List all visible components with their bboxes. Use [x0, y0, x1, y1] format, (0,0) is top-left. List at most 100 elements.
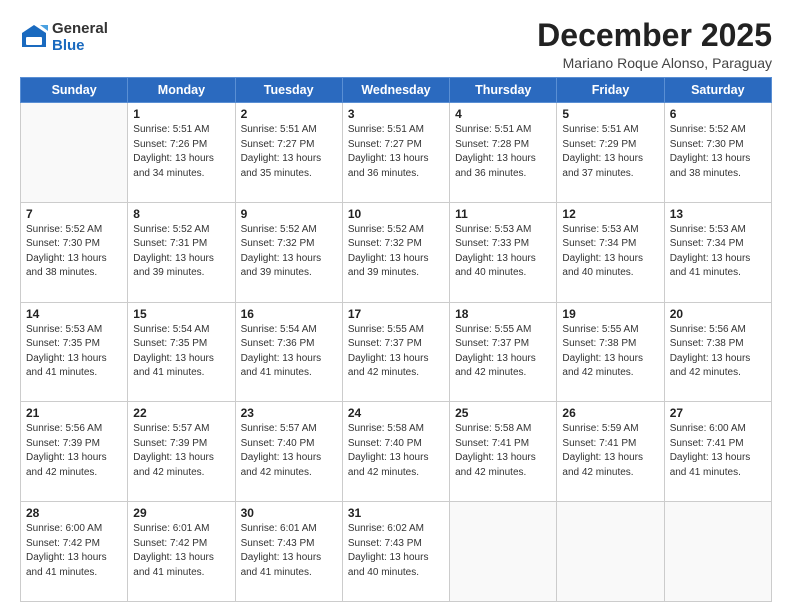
calendar-cell: 14 Sunrise: 5:53 AMSunset: 7:35 PMDayligh… [21, 302, 128, 402]
calendar-cell: 27Sunrise: 6:00 AMSunset: 7:41 PMDayligh… [664, 402, 771, 502]
day-number: 24 [348, 406, 444, 420]
day-number: 29 [133, 506, 229, 520]
cell-info: Sunrise: 5:53 AMSunset: 7:34 PMDaylight:… [562, 223, 658, 281]
cell-info: Sunrise: 5:53 AMSunset: 7:34 PMDaylight:… [670, 223, 766, 281]
logo-icon [20, 23, 48, 51]
day-number: 16 [241, 307, 337, 321]
day-header-sunday: Sunday [21, 78, 128, 103]
calendar-week-row: 14 Sunrise: 5:53 AMSunset: 7:35 PMDayligh… [21, 302, 772, 402]
cell-info: Sunrise: 6:01 AMSunset: 7:42 PMDaylight:… [133, 522, 229, 580]
calendar-cell: 8 Sunrise: 5:52 AMSunset: 7:31 PMDaylight… [128, 202, 235, 302]
logo-text: General Blue [52, 20, 108, 55]
day-number: 5 [562, 107, 658, 121]
day-number: 4 [455, 107, 551, 121]
day-number: 28 [26, 506, 122, 520]
day-number: 3 [348, 107, 444, 121]
calendar-table: SundayMondayTuesdayWednesdayThursdayFrid… [20, 77, 772, 602]
calendar-cell: 25Sunrise: 5:58 AMSunset: 7:41 PMDayligh… [450, 402, 557, 502]
calendar-cell: 28Sunrise: 6:00 AMSunset: 7:42 PMDayligh… [21, 502, 128, 602]
cell-info: Sunrise: 6:01 AMSunset: 7:43 PMDaylight:… [241, 522, 337, 580]
day-number: 6 [670, 107, 766, 121]
cell-info: Sunrise: 5:51 AMSunset: 7:27 PMDaylight:… [348, 123, 444, 181]
day-number: 31 [348, 506, 444, 520]
day-number: 2 [241, 107, 337, 121]
calendar-cell: 5 Sunrise: 5:51 AMSunset: 7:29 PMDaylight… [557, 103, 664, 203]
day-header-thursday: Thursday [450, 78, 557, 103]
calendar-week-row: 21Sunrise: 5:56 AMSunset: 7:39 PMDayligh… [21, 402, 772, 502]
cell-info: Sunrise: 5:58 AMSunset: 7:40 PMDaylight:… [348, 422, 444, 480]
calendar-cell: 16Sunrise: 5:54 AMSunset: 7:36 PMDayligh… [235, 302, 342, 402]
day-header-monday: Monday [128, 78, 235, 103]
calendar-cell: 24 Sunrise: 5:58 AMSunset: 7:40 PMDayligh… [342, 402, 449, 502]
calendar-cell: 26 Sunrise: 5:59 AMSunset: 7:41 PMDayligh… [557, 402, 664, 502]
calendar-cell: 20Sunrise: 5:56 AMSunset: 7:38 PMDayligh… [664, 302, 771, 402]
calendar-week-row: 28Sunrise: 6:00 AMSunset: 7:42 PMDayligh… [21, 502, 772, 602]
calendar-cell [21, 103, 128, 203]
title-block: December 2025 Mariano Roque Alonso, Para… [537, 18, 772, 71]
cell-info: Sunrise: 5:55 AMSunset: 7:38 PMDaylight:… [562, 323, 658, 381]
day-number: 9 [241, 207, 337, 221]
day-number: 8 [133, 207, 229, 221]
calendar-cell: 7Sunrise: 5:52 AMSunset: 7:30 PMDaylight… [21, 202, 128, 302]
calendar-cell: 18 Sunrise: 5:55 AMSunset: 7:37 PMDayligh… [450, 302, 557, 402]
location: Mariano Roque Alonso, Paraguay [537, 55, 772, 71]
cell-info: Sunrise: 5:55 AMSunset: 7:37 PMDaylight:… [455, 323, 551, 381]
calendar-cell: 2 Sunrise: 5:51 AMSunset: 7:27 PMDaylight… [235, 103, 342, 203]
day-number: 26 [562, 406, 658, 420]
calendar-cell: 30 Sunrise: 6:01 AMSunset: 7:43 PMDayligh… [235, 502, 342, 602]
cell-info: Sunrise: 5:51 AMSunset: 7:29 PMDaylight:… [562, 123, 658, 181]
calendar-cell [450, 502, 557, 602]
calendar-week-row: 7Sunrise: 5:52 AMSunset: 7:30 PMDaylight… [21, 202, 772, 302]
month-title: December 2025 [537, 18, 772, 53]
header: General Blue December 2025 Mariano Roque… [20, 18, 772, 71]
calendar-cell: 4 Sunrise: 5:51 AMSunset: 7:28 PMDaylight… [450, 103, 557, 203]
cell-info: Sunrise: 5:53 AMSunset: 7:35 PMDaylight:… [26, 323, 122, 381]
cell-info: Sunrise: 5:57 AMSunset: 7:40 PMDaylight:… [241, 422, 337, 480]
calendar-cell: 3 Sunrise: 5:51 AMSunset: 7:27 PMDaylight… [342, 103, 449, 203]
day-number: 27 [670, 406, 766, 420]
calendar-cell: 6 Sunrise: 5:52 AMSunset: 7:30 PMDaylight… [664, 103, 771, 203]
day-number: 1 [133, 107, 229, 121]
cell-info: Sunrise: 5:51 AMSunset: 7:27 PMDaylight:… [241, 123, 337, 181]
cell-info: Sunrise: 5:57 AMSunset: 7:39 PMDaylight:… [133, 422, 229, 480]
cell-info: Sunrise: 5:59 AMSunset: 7:41 PMDaylight:… [562, 422, 658, 480]
calendar-cell: 12 Sunrise: 5:53 AMSunset: 7:34 PMDayligh… [557, 202, 664, 302]
calendar-cell [557, 502, 664, 602]
day-number: 30 [241, 506, 337, 520]
day-number: 11 [455, 207, 551, 221]
cell-info: Sunrise: 6:02 AMSunset: 7:43 PMDaylight:… [348, 522, 444, 580]
day-number: 19 [562, 307, 658, 321]
day-number: 22 [133, 406, 229, 420]
calendar-cell: 11 Sunrise: 5:53 AMSunset: 7:33 PMDayligh… [450, 202, 557, 302]
day-header-saturday: Saturday [664, 78, 771, 103]
day-header-tuesday: Tuesday [235, 78, 342, 103]
logo: General Blue [20, 20, 108, 55]
day-number: 14 [26, 307, 122, 321]
calendar-cell: 23 Sunrise: 5:57 AMSunset: 7:40 PMDayligh… [235, 402, 342, 502]
calendar-cell: 1 Sunrise: 5:51 AMSunset: 7:26 PMDaylight… [128, 103, 235, 203]
day-number: 10 [348, 207, 444, 221]
day-number: 15 [133, 307, 229, 321]
cell-info: Sunrise: 5:52 AMSunset: 7:30 PMDaylight:… [670, 123, 766, 181]
cell-info: Sunrise: 5:51 AMSunset: 7:28 PMDaylight:… [455, 123, 551, 181]
day-number: 21 [26, 406, 122, 420]
day-header-friday: Friday [557, 78, 664, 103]
day-number: 7 [26, 207, 122, 221]
calendar-page: General Blue December 2025 Mariano Roque… [0, 0, 792, 612]
calendar-cell: 9 Sunrise: 5:52 AMSunset: 7:32 PMDaylight… [235, 202, 342, 302]
logo-general: General [52, 20, 108, 37]
calendar-cell: 29 Sunrise: 6:01 AMSunset: 7:42 PMDayligh… [128, 502, 235, 602]
calendar-cell: 10Sunrise: 5:52 AMSunset: 7:32 PMDayligh… [342, 202, 449, 302]
cell-info: Sunrise: 5:53 AMSunset: 7:33 PMDaylight:… [455, 223, 551, 281]
calendar-cell: 13 Sunrise: 5:53 AMSunset: 7:34 PMDayligh… [664, 202, 771, 302]
day-number: 12 [562, 207, 658, 221]
day-number: 13 [670, 207, 766, 221]
cell-info: Sunrise: 5:52 AMSunset: 7:31 PMDaylight:… [133, 223, 229, 281]
day-number: 18 [455, 307, 551, 321]
day-number: 17 [348, 307, 444, 321]
day-number: 25 [455, 406, 551, 420]
calendar-cell: 15Sunrise: 5:54 AMSunset: 7:35 PMDayligh… [128, 302, 235, 402]
cell-info: Sunrise: 5:51 AMSunset: 7:26 PMDaylight:… [133, 123, 229, 181]
cell-info: Sunrise: 5:52 AMSunset: 7:32 PMDaylight:… [241, 223, 337, 281]
day-number: 23 [241, 406, 337, 420]
